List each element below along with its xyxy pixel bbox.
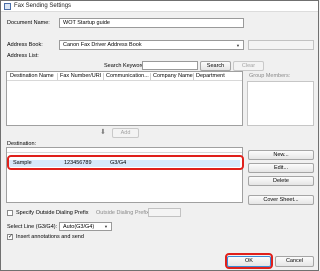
clear-button: Clear [233, 61, 264, 71]
chevron-down-icon: ▼ [236, 43, 240, 48]
select-line-dropdown[interactable]: Auto(G3/G4) ▼ [59, 222, 112, 231]
address-book-value: Canon Fax Driver Address Book [63, 42, 142, 48]
fax-icon [4, 3, 11, 10]
address-book-label: Address Book: [7, 42, 43, 48]
group-members-list [247, 81, 314, 126]
column-company-name[interactable]: Company Name [153, 73, 193, 79]
checkmark-icon: ✓ [8, 234, 14, 240]
column-destination-name[interactable]: Destination Name [10, 73, 54, 79]
arrow-down-icon: ⬇ [100, 129, 106, 136]
delete-button[interactable]: Delete [248, 176, 314, 186]
fax-sending-settings-dialog: Fax Sending Settings Document Name: WOT … [0, 0, 319, 271]
column-communication[interactable]: Communication... [106, 73, 149, 79]
address-list-table[interactable]: Destination Name Fax Number/URI Communic… [6, 71, 243, 126]
address-list-label: Address List: [7, 53, 39, 59]
insert-annotations-checkbox[interactable]: ✓ [7, 234, 13, 240]
address-book-extra-field [248, 40, 314, 50]
new-button[interactable]: New... [248, 150, 314, 160]
document-name-label: Document Name: [7, 20, 50, 26]
window-title: Fax Sending Settings [14, 3, 72, 9]
edit-button[interactable]: Edit... [248, 163, 314, 173]
ok-highlight [225, 253, 273, 269]
search-keywords-input[interactable] [142, 61, 198, 70]
insert-annotations-label: Insert annotations and send [16, 234, 84, 240]
outside-dialing-label: Specify Outside Dialing Prefix [16, 210, 89, 216]
column-department[interactable]: Department [196, 73, 225, 79]
add-button: Add [112, 128, 139, 138]
search-button[interactable]: Search [200, 61, 231, 71]
address-list-header: Destination Name Fax Number/URI Communic… [7, 72, 242, 81]
cover-sheet-button[interactable]: Cover Sheet... [248, 195, 314, 205]
outside-dialing-checkbox[interactable] [7, 210, 13, 216]
select-line-label: Select Line (G3/G4): [7, 224, 58, 230]
group-members-label: Group Members: [249, 73, 291, 79]
address-book-select[interactable]: Canon Fax Driver Address Book ▼ [59, 40, 244, 50]
column-fax-number[interactable]: Fax Number/URI [60, 73, 101, 79]
destination-header [7, 148, 242, 153]
select-line-value: Auto(G3/G4) [63, 224, 95, 230]
title-bar: Fax Sending Settings [1, 1, 318, 12]
document-name-input[interactable]: WOT Startup guide [59, 18, 244, 28]
destination-highlight [7, 155, 244, 170]
outside-dialing-prefix-input [148, 208, 181, 217]
document-name-value: WOT Startup guide [63, 20, 110, 26]
chevron-down-icon: ▼ [104, 224, 108, 229]
outside-dialing-prefix-label: Outside Dialing Prefix: [96, 210, 151, 216]
cancel-button[interactable]: Cancel [275, 256, 314, 267]
